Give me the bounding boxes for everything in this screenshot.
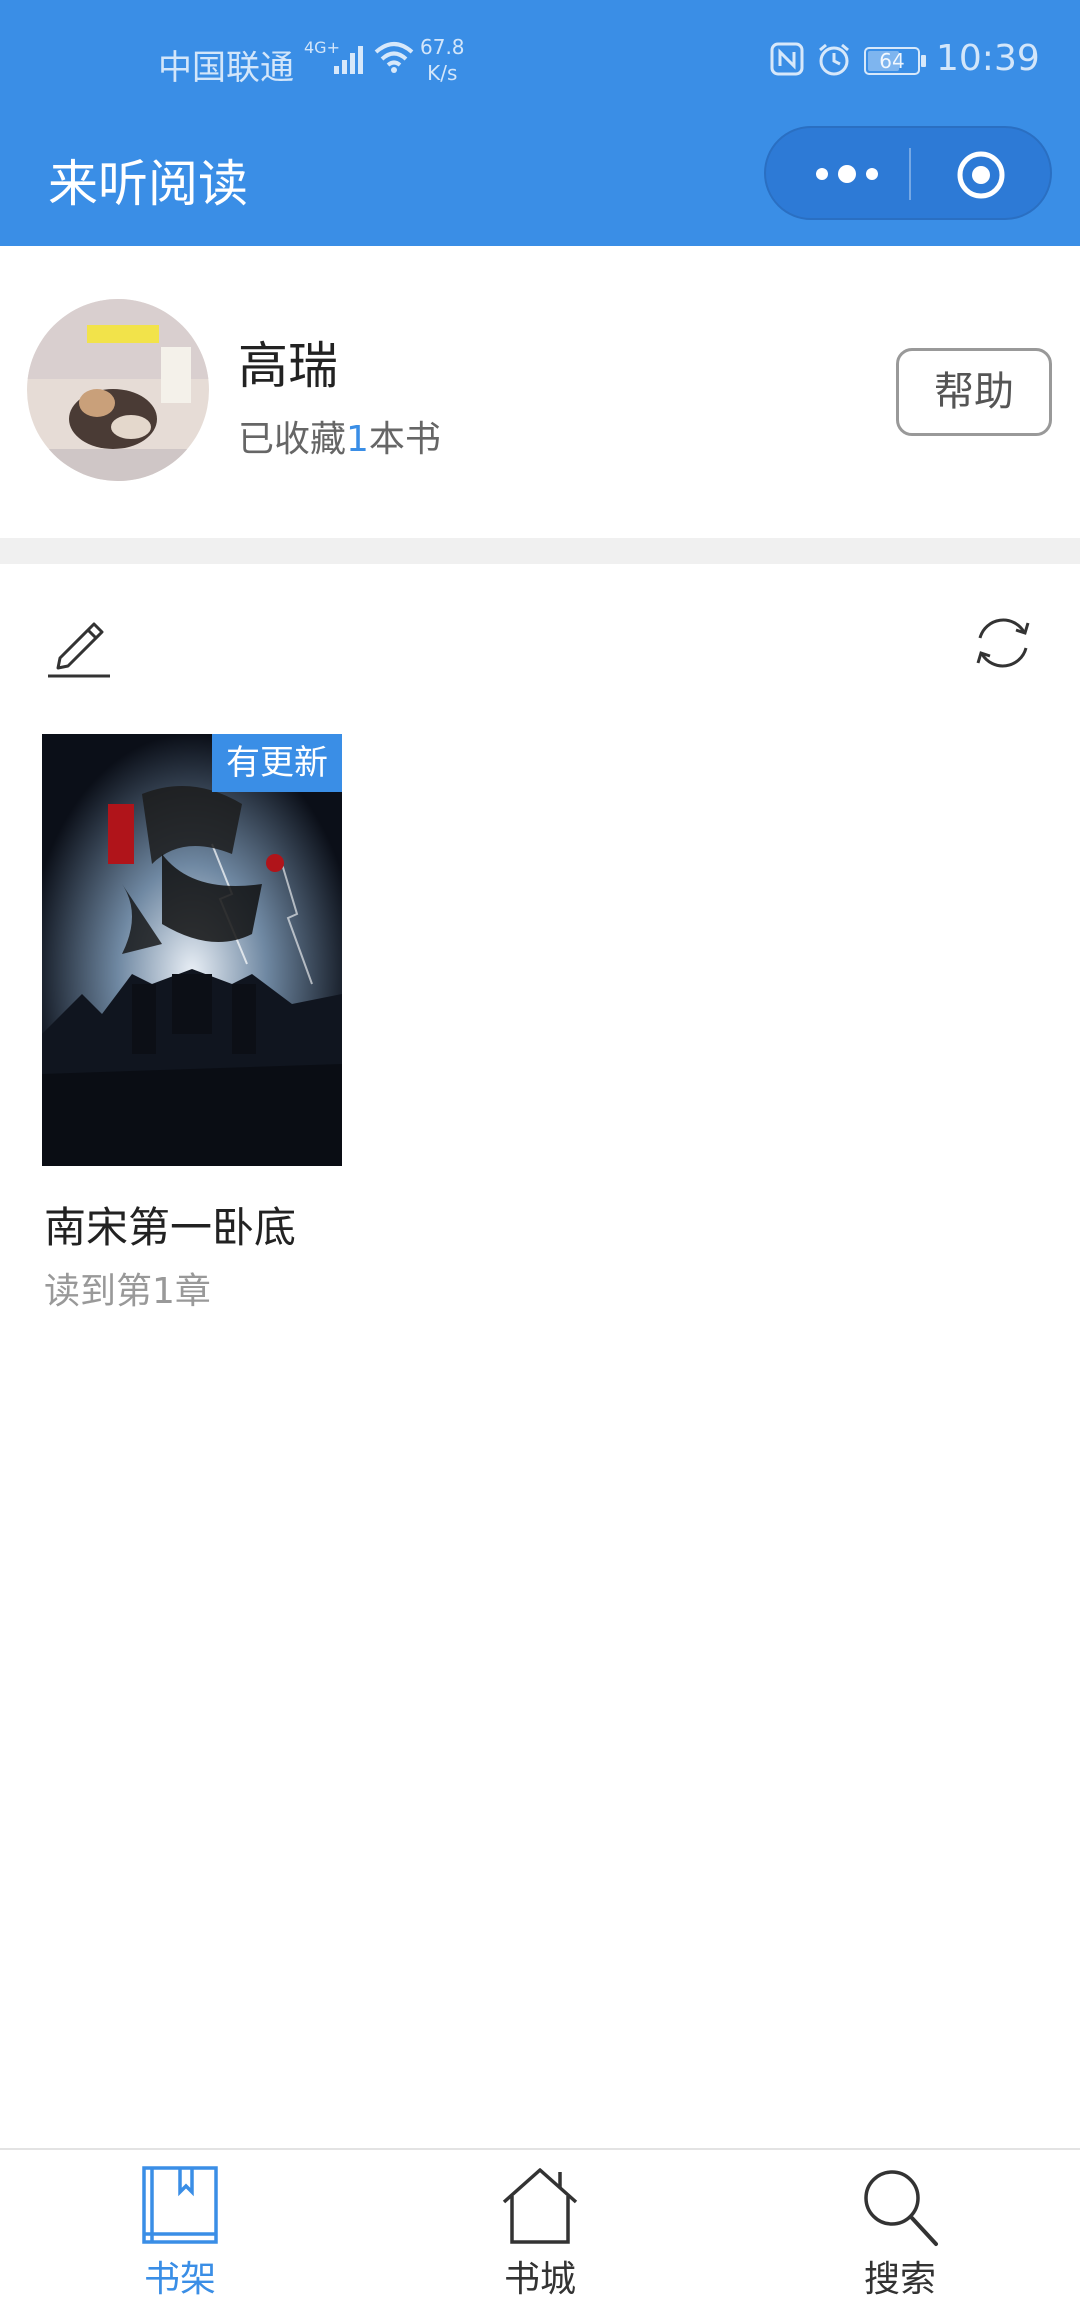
speed-value: 67.8 [420, 35, 465, 59]
speed-unit: K/s [427, 61, 458, 85]
home-icon [502, 2168, 578, 2244]
nfc-icon [770, 42, 804, 80]
shelf-toolbar [0, 564, 1080, 704]
edit-icon[interactable] [44, 608, 116, 680]
wifi-icon [374, 40, 414, 78]
help-button[interactable]: 帮助 [896, 348, 1052, 436]
collected-prefix: 已收藏 [238, 419, 347, 460]
avatar[interactable] [27, 299, 209, 481]
battery-level: 64 [879, 49, 905, 73]
signal-icon [332, 44, 368, 80]
collected-count-text: 已收藏1本书 [238, 410, 441, 462]
book-title: 南宋第一卧底 [44, 1203, 297, 1252]
battery-indicator: 64 [864, 46, 928, 80]
refresh-icon[interactable] [968, 608, 1038, 678]
collected-count: 1 [346, 419, 369, 460]
bookshelf-icon [142, 2166, 218, 2244]
section-separator [0, 538, 1080, 564]
bottom-tab-bar: 书架 书城 搜索 [0, 2148, 1080, 2312]
capsule-divider [909, 148, 911, 200]
book-cover[interactable]: 有更新 [42, 734, 342, 1166]
app-title: 来听阅读 [48, 155, 248, 213]
carrier-label: 中国联通 [158, 48, 294, 88]
clock: 10:39 [936, 38, 1040, 79]
tab-bookstore[interactable]: 书城 [440, 2150, 640, 2310]
tab-label-bookstore: 书城 [503, 2259, 576, 2300]
tab-bookshelf[interactable]: 书架 [80, 2150, 280, 2310]
tab-label-bookshelf: 书架 [143, 2259, 216, 2300]
status-bar: 中国联通 4G+ 67.8 K/s 64 10:39 [0, 0, 1080, 120]
tab-search[interactable]: 搜索 [800, 2150, 1000, 2310]
more-dots-icon[interactable] [804, 156, 894, 192]
profile-section: 高瑞 已收藏1本书 帮助 [0, 246, 1080, 538]
alarm-icon [816, 42, 852, 82]
username: 高瑞 [238, 337, 338, 395]
tab-label-search: 搜索 [863, 2259, 936, 2300]
target-icon[interactable] [956, 150, 1006, 200]
reading-progress: 读到第1章 [44, 1271, 211, 1312]
network-speed: 67.8 K/s [420, 34, 465, 86]
collected-suffix: 本书 [368, 419, 441, 460]
header: 中国联通 4G+ 67.8 K/s 64 10:39 来听阅读 [0, 0, 1080, 246]
update-badge: 有更新 [212, 734, 342, 792]
mini-program-capsule [764, 126, 1052, 220]
search-icon [864, 2170, 938, 2246]
